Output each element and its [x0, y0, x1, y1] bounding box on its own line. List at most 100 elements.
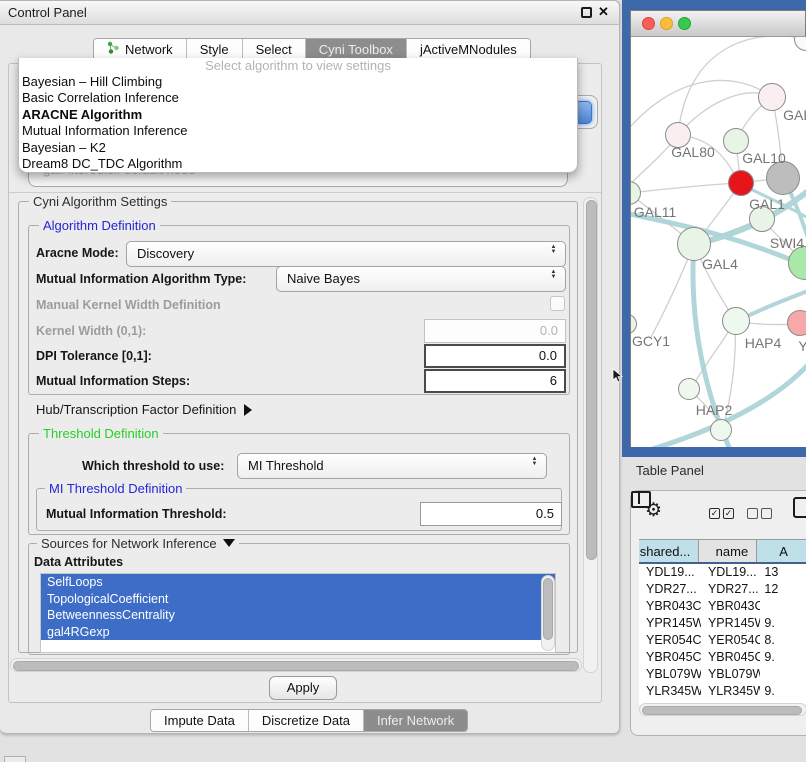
- algorithm-option[interactable]: Dream8 DC_TDC Algorithm: [19, 156, 577, 172]
- zoom-traffic-light[interactable]: [678, 17, 691, 30]
- mi-steps-field[interactable]: 6: [424, 369, 566, 393]
- table-cell: YPR145W: [639, 615, 701, 632]
- algorithm-dropdown-placeholder: Select algorithm to view settings: [19, 58, 577, 74]
- settings-horizontal-scrollbar[interactable]: [10, 658, 582, 672]
- mi-steps-label: Mutual Information Steps:: [36, 374, 190, 388]
- table-cell: YLR345W: [639, 683, 701, 700]
- gear-icon[interactable]: ⚙: [645, 499, 662, 522]
- table-row[interactable]: YDL19...YDL19...13: [639, 564, 806, 581]
- sources-toggle[interactable]: Sources for Network Inference: [37, 536, 239, 551]
- table-cell: 9.: [760, 683, 806, 700]
- checked-box-icon: ✓: [723, 508, 734, 519]
- mi-type-combobox[interactable]: Naive Bayes ▲▼: [276, 266, 566, 292]
- algorithm-option[interactable]: Mutual Information Inference: [19, 123, 577, 139]
- float-window-icon[interactable]: [581, 7, 592, 18]
- select-all-checks-icon[interactable]: ✓ ✓: [709, 508, 734, 519]
- apply-button[interactable]: Apply: [269, 676, 337, 700]
- mi-threshold-label: Mutual Information Threshold:: [46, 507, 227, 521]
- table-horizontal-scrollbar[interactable]: [639, 703, 806, 716]
- network-node-label: GAL4: [702, 256, 738, 272]
- sources-title: Sources for Network Inference: [41, 536, 217, 551]
- table-row[interactable]: YBR043CYBR043C: [639, 598, 806, 615]
- network-canvas[interactable]: GAL7GAL80GAL10GAL1GAL11SWI4GAL4GCY1HAP4Y…: [631, 37, 806, 447]
- scrollbar-thumb[interactable]: [586, 200, 597, 560]
- tab-style[interactable]: Style: [187, 39, 243, 60]
- unchecked-box-icon: [747, 508, 758, 519]
- mouse-cursor: [612, 368, 624, 389]
- table-row[interactable]: YBL079WYBL079W: [639, 666, 806, 683]
- group-title: Cyni Algorithm Settings: [29, 194, 171, 209]
- tab-infer-network[interactable]: Infer Network: [364, 710, 467, 731]
- manual-kernel-label: Manual Kernel Width Definition: [36, 298, 221, 312]
- table-cell: YDL19...: [639, 564, 701, 581]
- network-node[interactable]: [722, 307, 750, 335]
- control-panel-titlebar[interactable]: Control Panel ✕: [0, 1, 619, 25]
- tab-impute-data[interactable]: Impute Data: [151, 710, 249, 731]
- kernel-width-field[interactable]: 0.0: [424, 319, 566, 343]
- network-node[interactable]: [728, 170, 754, 196]
- table-row[interactable]: YBR045CYBR045C9.: [639, 649, 806, 666]
- list-vertical-scrollbar[interactable]: [541, 575, 555, 651]
- network-node[interactable]: [787, 310, 806, 336]
- kernel-width-label: Kernel Width (0,1):: [36, 324, 146, 338]
- table-cell: YBR045C: [701, 649, 760, 666]
- network-node[interactable]: [766, 161, 800, 195]
- control-panel: Control Panel ✕ Network Style Select Cyn…: [0, 0, 620, 734]
- group-title: Threshold Definition: [39, 426, 163, 441]
- table-row[interactable]: YPR145WYPR145W9.: [639, 615, 806, 632]
- which-threshold-combobox[interactable]: MI Threshold ▲▼: [237, 453, 547, 479]
- scrollbar-thumb[interactable]: [13, 661, 579, 671]
- attribute-item[interactable]: TopologicalCoefficient: [41, 591, 555, 608]
- manual-kernel-checkbox[interactable]: [550, 296, 565, 311]
- close-icon[interactable]: ✕: [598, 4, 609, 20]
- column-header[interactable]: A: [756, 539, 806, 562]
- combobox-stepper-icon: ▲▼: [549, 270, 558, 280]
- attribute-item[interactable]: BetweennessCentrality: [41, 607, 555, 624]
- algorithm-option[interactable]: ARACNE Algorithm: [19, 107, 577, 123]
- close-traffic-light[interactable]: [642, 17, 655, 30]
- tab-network[interactable]: Network: [94, 39, 187, 60]
- algorithm-option[interactable]: Bayesian – Hill Climbing: [19, 74, 577, 90]
- dpi-tolerance-field[interactable]: 0.0: [424, 344, 566, 368]
- algorithm-dropdown-popup: Select algorithm to view settings Bayesi…: [18, 58, 578, 173]
- hub-definition-toggle[interactable]: Hub/Transcription Factor Definition: [36, 402, 252, 417]
- bottom-tabs: Impute Data Discretize Data Infer Networ…: [150, 709, 468, 732]
- collapse-arrow-icon: [223, 539, 235, 547]
- attribute-item[interactable]: gal4RGexp: [41, 624, 555, 641]
- dpi-tolerance-label: DPI Tolerance [0,1]:: [36, 349, 152, 363]
- column-header[interactable]: name: [698, 539, 757, 562]
- network-node[interactable]: [678, 378, 700, 400]
- network-node[interactable]: [758, 83, 786, 111]
- minimized-panel-icon[interactable]: [4, 756, 26, 762]
- aracne-mode-combobox[interactable]: Discovery ▲▼: [126, 241, 566, 267]
- column-header[interactable]: shared...: [639, 539, 699, 562]
- algorithm-option[interactable]: Basic Correlation Inference: [19, 90, 577, 106]
- settings-vertical-scrollbar[interactable]: [583, 197, 598, 673]
- mi-threshold-field[interactable]: 0.5: [420, 502, 562, 526]
- network-window-titlebar[interactable]: [631, 11, 805, 37]
- unchecked-box-icon: [761, 508, 772, 519]
- tab-jactivemnodules[interactable]: jActiveMNodules: [407, 39, 530, 60]
- table-row[interactable]: YER054CYER054C8.: [639, 632, 806, 649]
- network-node[interactable]: [710, 419, 732, 441]
- table-cell: YBL079W: [639, 666, 701, 683]
- algorithm-option[interactable]: Bayesian – K2: [19, 140, 577, 156]
- tab-discretize-data[interactable]: Discretize Data: [249, 710, 364, 731]
- table-cell: 9.: [760, 649, 806, 666]
- deselect-all-checks-icon[interactable]: [747, 508, 772, 519]
- network-node-label: GAL7: [783, 107, 806, 123]
- attribute-item[interactable]: SelfLoops: [41, 574, 555, 591]
- scrollbar-thumb[interactable]: [543, 578, 553, 640]
- table-row[interactable]: YLR345WYLR345W9.: [639, 683, 806, 700]
- table-row[interactable]: YDR27...YDR27...12: [639, 581, 806, 598]
- network-node-label: GCY1: [632, 333, 670, 349]
- minimize-traffic-light[interactable]: [660, 17, 673, 30]
- table-cell: YBR045C: [639, 649, 701, 666]
- tab-select[interactable]: Select: [243, 39, 306, 60]
- scrollbar-thumb[interactable]: [642, 706, 802, 715]
- tab-label: Discretize Data: [262, 710, 350, 731]
- document-icon[interactable]: [793, 497, 806, 518]
- tab-label: Style: [200, 39, 229, 60]
- tab-cyni-toolbox[interactable]: Cyni Toolbox: [306, 39, 407, 60]
- data-attributes-list: SelfLoopsTopologicalCoefficientBetweenne…: [40, 573, 556, 653]
